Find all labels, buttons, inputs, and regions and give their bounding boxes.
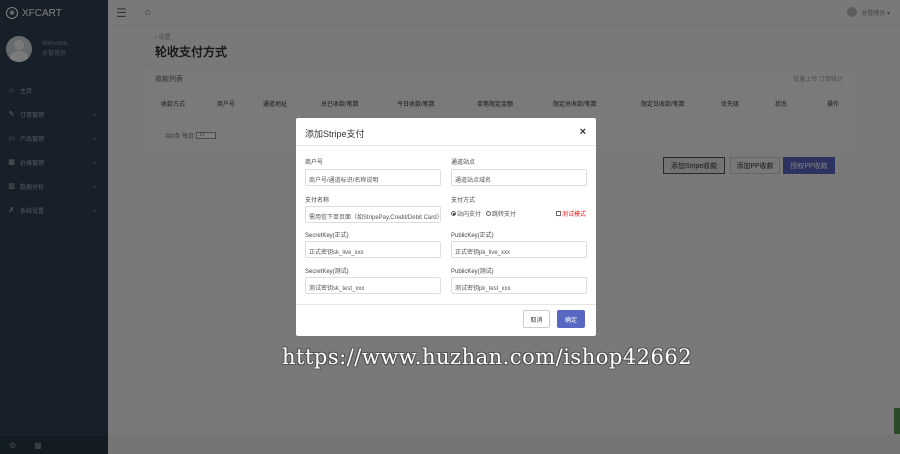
checkbox-icon [556, 211, 561, 216]
public-live-input[interactable]: 正式密钥pk_live_xxx [451, 241, 587, 258]
secret-live-label: SecretKey(正式) [305, 233, 349, 239]
merchant-label: 商户号 [305, 160, 324, 166]
public-live-label: PublicKey(正式) [451, 233, 494, 239]
radio-redirect[interactable]: 跳转支付 [486, 209, 516, 218]
radio-unchecked-icon [486, 211, 492, 216]
pay-mode-radios: 站内支付 跳转支付 [451, 209, 516, 218]
secret-test-input[interactable]: 测试密钥sk_test_xxx [305, 277, 441, 294]
modal-header: 添加Stripe支付 × [296, 118, 596, 146]
modal-footer [296, 304, 596, 336]
channel-input[interactable]: 通道站点域名 [451, 169, 587, 186]
close-icon[interactable]: × [580, 126, 586, 138]
test-mode-checkbox[interactable]: 测试模式 [556, 209, 586, 218]
pay-mode-label: 支付方式 [451, 198, 476, 204]
secret-test-label: SecretKey(测试) [305, 269, 349, 275]
test-mode-label: 测试模式 [562, 212, 587, 218]
watermark: https://www.huzhan.com/ishop42662 [282, 345, 693, 369]
radio-onsite-label: 站内支付 [457, 212, 482, 218]
pay-name-label: 支付名称 [305, 198, 330, 204]
cancel-button[interactable]: 取消 [523, 310, 550, 328]
add-stripe-modal: 添加Stripe支付 × 商户号 商户号/通道标识/名称说明 通道站点 通道站点… [296, 118, 596, 336]
radio-redirect-label: 跳转支付 [492, 212, 517, 218]
secret-live-input[interactable]: 正式密钥sk_live_xxx [305, 241, 441, 258]
channel-label: 通道站点 [451, 160, 476, 166]
modal-title: 添加Stripe支付 [305, 129, 365, 139]
radio-checked-icon [451, 211, 456, 216]
scroll-handle[interactable] [894, 408, 900, 434]
public-test-input[interactable]: 测试密钥pk_test_xxx [451, 277, 587, 294]
merchant-input[interactable]: 商户号/通道标识/名称说明 [305, 169, 441, 186]
radio-onsite[interactable]: 站内支付 [451, 209, 481, 218]
pay-name-input[interactable]: 需用信下单页面（如StripePay,Credit/Debit Card） [305, 206, 441, 223]
public-test-label: PublicKey(测试) [451, 269, 494, 275]
confirm-button[interactable]: 确定 [557, 310, 585, 328]
